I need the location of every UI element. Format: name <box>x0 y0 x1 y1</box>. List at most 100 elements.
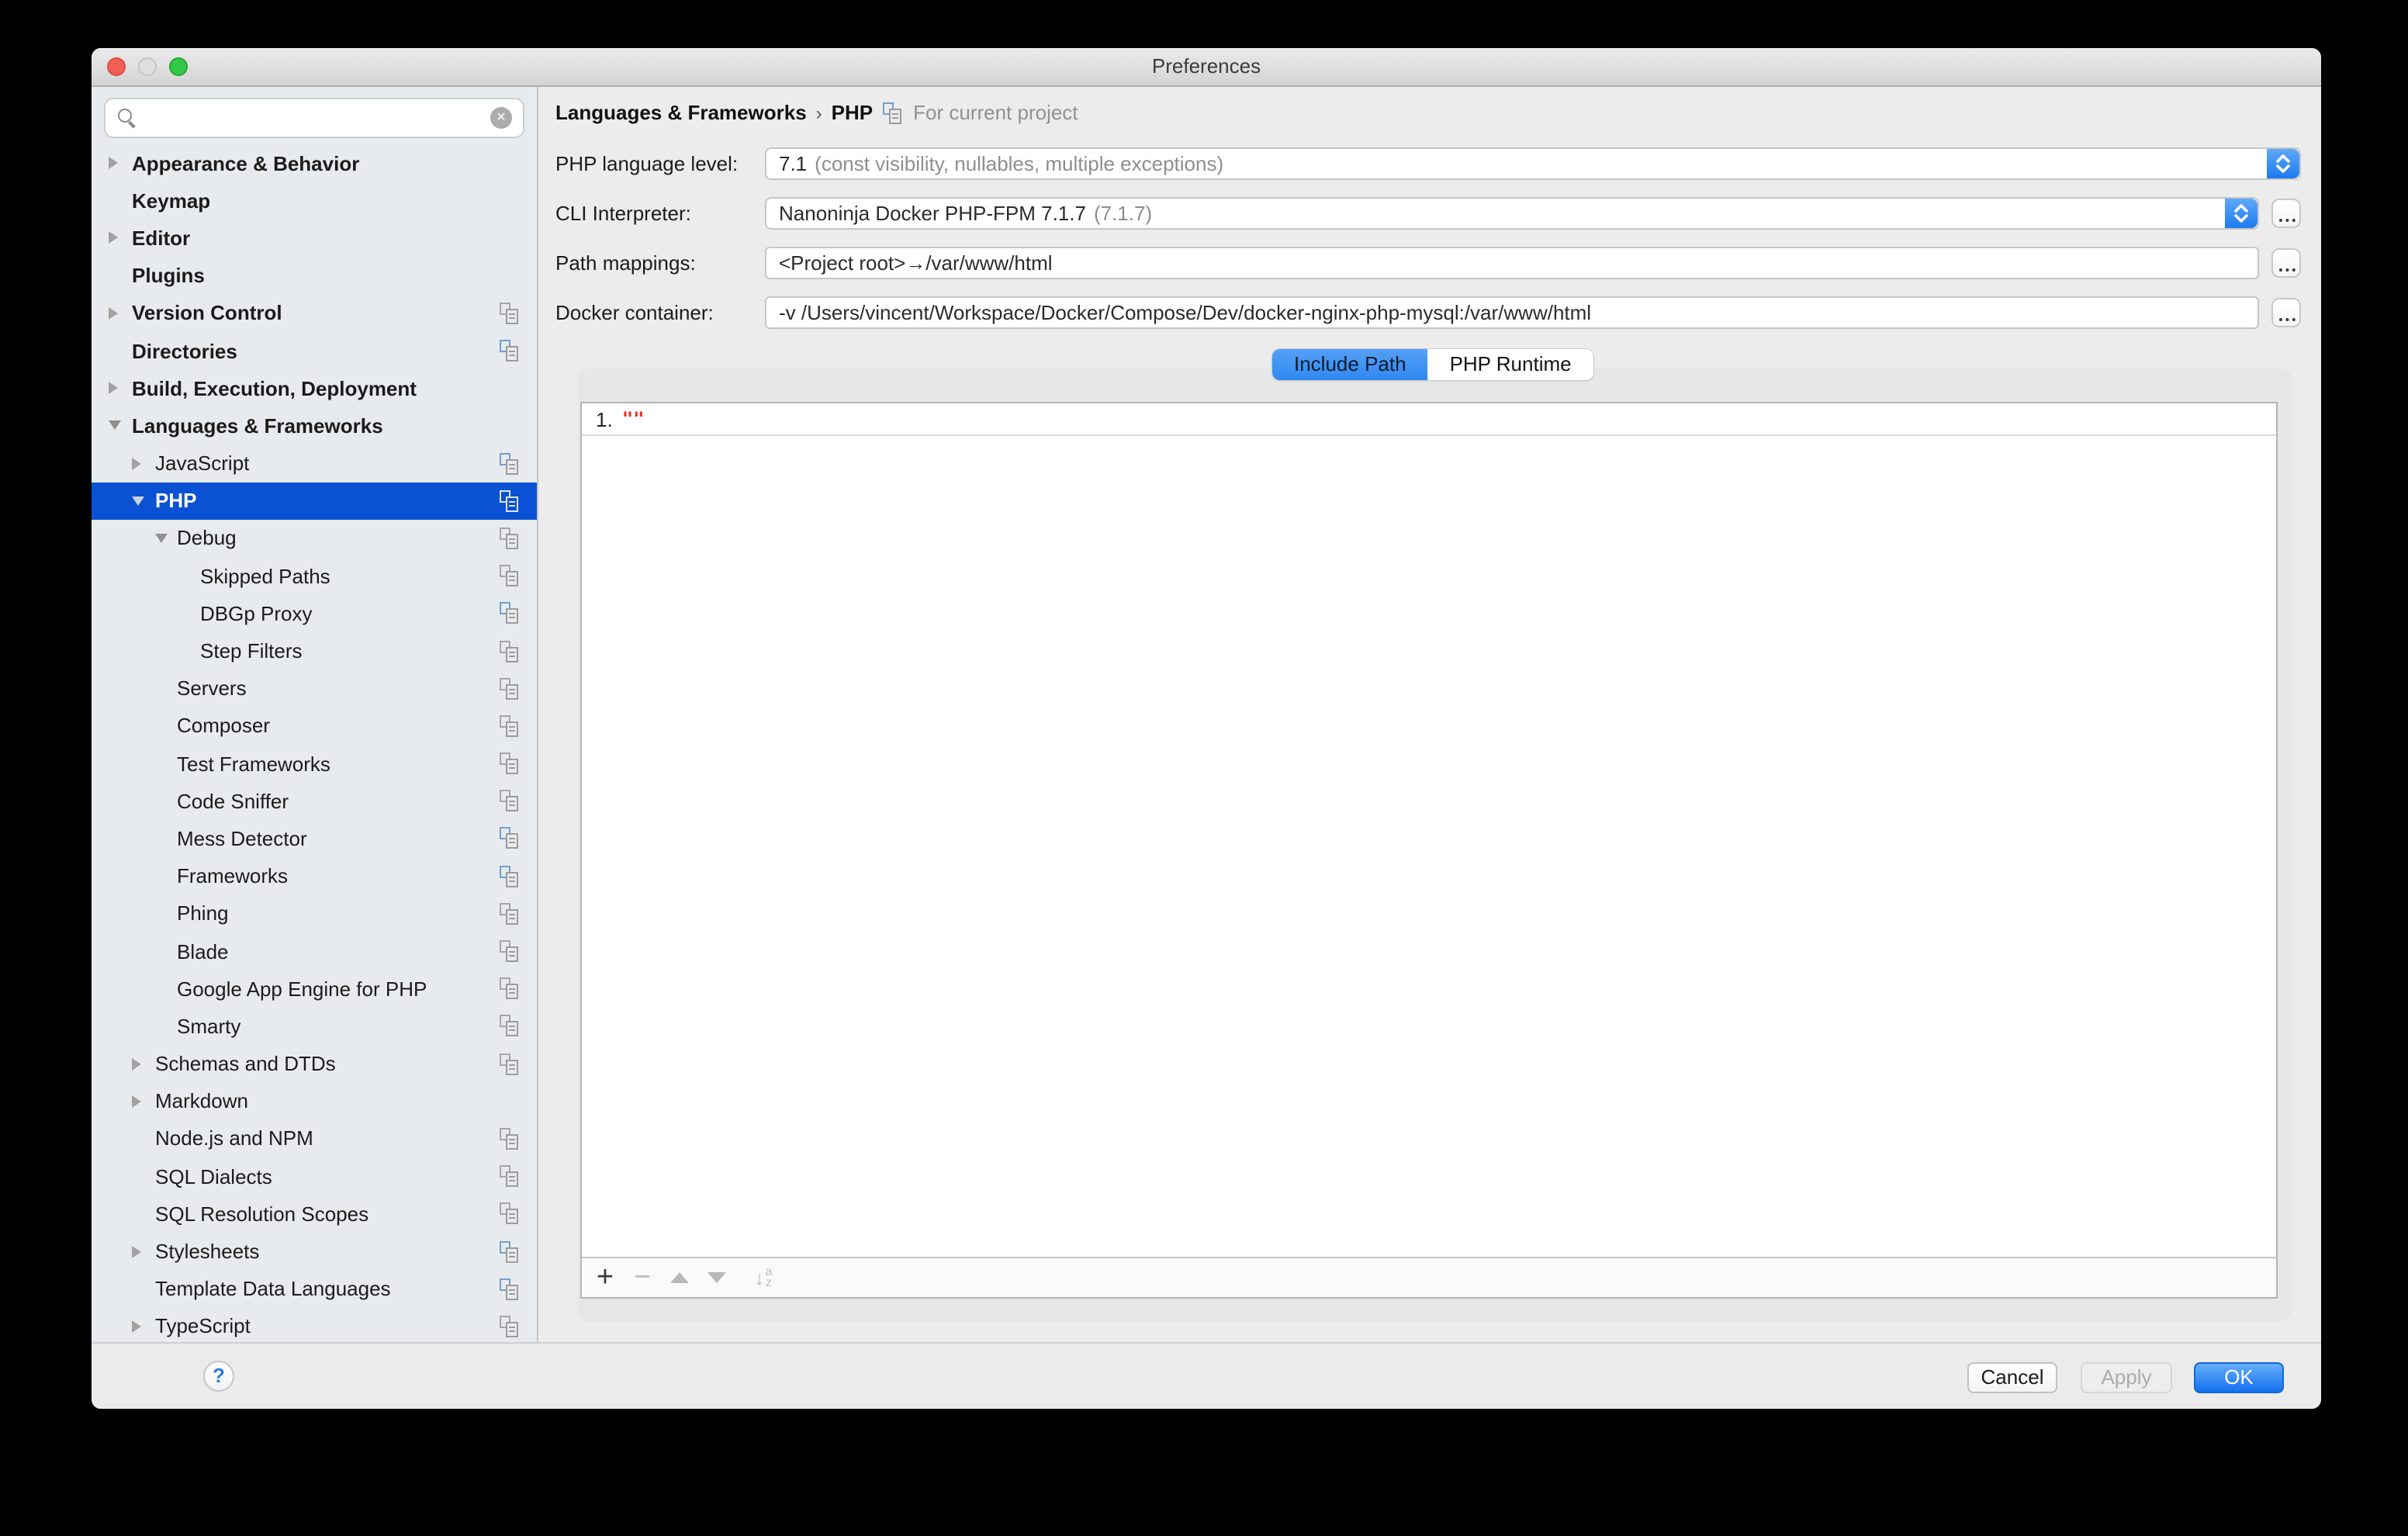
sidebar-tree-item[interactable]: Google App Engine for PHP <box>92 970 537 1007</box>
tree-expand-icon[interactable] <box>109 421 121 431</box>
tree-item-label: Appearance & Behavior <box>132 151 359 175</box>
path-mappings-browse-button[interactable] <box>2271 248 2301 278</box>
move-up-icon[interactable] <box>661 1258 698 1297</box>
sidebar-tree-item[interactable]: SQL Dialects <box>92 1157 537 1195</box>
title-bar[interactable]: Preferences <box>92 48 2321 87</box>
sidebar-tree-item[interactable]: DBGp Proxy <box>92 595 537 632</box>
zoom-window-button[interactable] <box>169 57 188 76</box>
form-row-docker-container: Docker container: -v /Users/vincent/Work… <box>555 296 2301 329</box>
tree-expand-icon[interactable] <box>132 1095 141 1108</box>
per-project-icon <box>500 828 518 849</box>
tab-php-runtime[interactable]: PHP Runtime <box>1428 349 1593 380</box>
sidebar-tree-item[interactable]: Version Control <box>92 295 537 332</box>
form-row-cli-interpreter: CLI Interpreter: Nanoninja Docker PHP-FP… <box>555 197 2301 230</box>
include-path-listbox: 1. "" ↓az <box>580 402 2278 1299</box>
tree-item-label: Keymap <box>132 189 210 213</box>
close-window-button[interactable] <box>107 57 126 76</box>
include-path-row[interactable]: 1. "" <box>582 403 2276 436</box>
sidebar-tree-item[interactable]: Servers <box>92 669 537 707</box>
tree-item-label: SQL Dialects <box>155 1164 272 1188</box>
move-down-icon[interactable] <box>698 1258 735 1297</box>
sort-alpha-icon[interactable]: ↓az <box>745 1258 782 1297</box>
preferences-window: Preferences ✕ Appearance & Behavior Keym… <box>92 48 2321 1409</box>
sidebar-tree-item[interactable]: Phing <box>92 895 537 932</box>
cancel-button[interactable]: Cancel <box>1967 1362 2057 1393</box>
cli-interpreter-select[interactable]: Nanoninja Docker PHP-FPM 7.1.7 (7.1.7) <box>765 197 2259 230</box>
window-title: Preferences <box>92 48 2321 85</box>
add-icon[interactable] <box>586 1258 624 1297</box>
sidebar-tree-item[interactable]: TypeScript <box>92 1308 537 1342</box>
help-button[interactable]: ? <box>203 1361 234 1392</box>
remove-icon[interactable] <box>624 1258 661 1297</box>
docker-container-browse-button[interactable] <box>2271 298 2301 327</box>
include-path-list[interactable]: 1. "" <box>582 403 2276 1257</box>
path-mappings-value: <Project root>→/var/www/html <box>779 251 1053 275</box>
tree-expand-icon[interactable] <box>155 534 168 543</box>
language-level-select[interactable]: 7.1 (const visibility, nullables, multip… <box>765 147 2301 180</box>
docker-container-field[interactable]: -v /Users/vincent/Workspace/Docker/Compo… <box>765 296 2259 329</box>
clear-search-icon[interactable]: ✕ <box>490 107 512 129</box>
sidebar-tree-item[interactable]: Appearance & Behavior <box>92 144 537 182</box>
tree-expand-icon[interactable] <box>109 157 118 169</box>
settings-search-box[interactable]: ✕ <box>104 98 524 138</box>
sidebar-tree-item[interactable]: Directories <box>92 332 537 369</box>
language-level-note: (const visibility, nullables, multiple e… <box>815 152 1223 175</box>
sidebar-tree-item[interactable]: Node.js and NPM <box>92 1120 537 1157</box>
sidebar-tree-item[interactable]: Debug <box>92 520 537 557</box>
select-stepper-icon[interactable] <box>2267 149 2299 178</box>
minimize-window-button[interactable] <box>138 57 157 76</box>
tree-item-label: Debug <box>177 527 237 550</box>
ok-button[interactable]: OK <box>2194 1362 2284 1393</box>
tree-expand-icon[interactable] <box>109 232 118 244</box>
cli-interpreter-label: CLI Interpreter: <box>555 202 765 225</box>
tree-expand-icon[interactable] <box>109 382 118 394</box>
docker-container-label: Docker container: <box>555 301 765 324</box>
tree-item-label: Skipped Paths <box>200 564 330 587</box>
path-mappings-field[interactable]: <Project root>→/var/www/html <box>765 247 2259 279</box>
sidebar-tree-item[interactable]: Editor <box>92 220 537 257</box>
sidebar-tree-item[interactable]: SQL Resolution Scopes <box>92 1195 537 1233</box>
sidebar-tree-item[interactable]: JavaScript <box>92 445 537 482</box>
per-project-icon <box>500 1128 518 1150</box>
sidebar-tree-item[interactable]: Skipped Paths <box>92 557 537 594</box>
tree-expand-icon[interactable] <box>132 1057 141 1070</box>
cli-interpreter-browse-button[interactable] <box>2271 199 2301 228</box>
tree-expand-icon[interactable] <box>109 307 118 320</box>
per-project-icon <box>500 1278 518 1299</box>
tree-item-label: Schemas and DTDs <box>155 1052 336 1075</box>
sidebar-tree-item[interactable]: Schemas and DTDs <box>92 1045 537 1082</box>
cli-interpreter-value: Nanoninja Docker PHP-FPM 7.1.7 <box>779 202 1086 225</box>
tree-expand-icon[interactable] <box>132 496 144 506</box>
tree-expand-icon[interactable] <box>132 1320 141 1333</box>
sidebar-tree-item[interactable]: Frameworks <box>92 857 537 894</box>
sidebar-tree-item[interactable]: Languages & Frameworks <box>92 407 537 445</box>
sidebar-tree-item[interactable]: Plugins <box>92 257 537 294</box>
sidebar-tree-item[interactable]: Composer <box>92 707 537 745</box>
sidebar-tree-item[interactable]: Step Filters <box>92 632 537 669</box>
breadcrumb-current: PHP <box>832 101 873 124</box>
scope-note: For current project <box>913 101 1078 124</box>
sidebar-tree-item[interactable]: Stylesheets <box>92 1233 537 1270</box>
traffic-lights <box>107 57 188 76</box>
sidebar-tree-item[interactable]: Build, Execution, Deployment <box>92 369 537 406</box>
sidebar-tree-item[interactable]: Smarty <box>92 1008 537 1045</box>
sidebar-tree-item[interactable]: PHP <box>92 482 537 519</box>
apply-button[interactable]: Apply <box>2081 1362 2172 1393</box>
tree-item-label: Blade <box>177 939 229 963</box>
sidebar-tree-item[interactable]: Test Frameworks <box>92 745 537 782</box>
tree-expand-icon[interactable] <box>132 1245 141 1258</box>
tab-include-path[interactable]: Include Path <box>1272 349 1428 380</box>
sidebar-tree-item[interactable]: Code Sniffer <box>92 782 537 819</box>
sidebar-tree-item[interactable]: Template Data Languages <box>92 1270 537 1307</box>
tree-item-label: TypeScript <box>155 1315 251 1338</box>
search-input[interactable] <box>137 105 490 131</box>
sidebar-tree-item[interactable]: Mess Detector <box>92 820 537 857</box>
sidebar-tree-item[interactable]: Keymap <box>92 182 537 219</box>
docker-container-value: -v /Users/vincent/Workspace/Docker/Compo… <box>779 301 1591 324</box>
list-toolbar: ↓az <box>582 1257 2276 1297</box>
tree-expand-icon[interactable] <box>132 457 141 469</box>
sidebar-tree-item[interactable]: Blade <box>92 932 537 970</box>
sidebar-tree-item[interactable]: Markdown <box>92 1082 537 1119</box>
tree-item-label: PHP <box>155 490 196 513</box>
select-stepper-icon[interactable] <box>2225 199 2258 228</box>
